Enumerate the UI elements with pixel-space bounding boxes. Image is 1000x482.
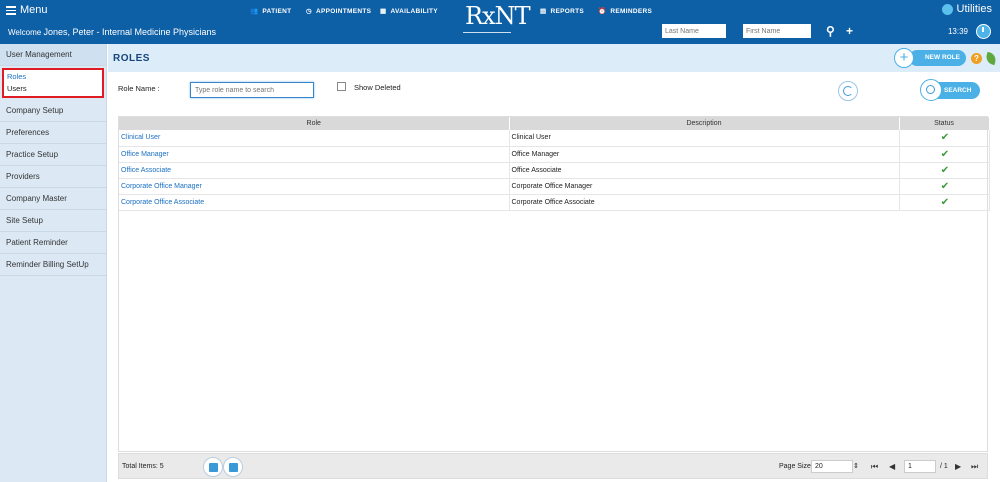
utilities-button[interactable]: Utilities [941, 3, 992, 15]
select-arrow-icon[interactable]: ⇕ [853, 462, 859, 470]
sidebar-item-practice-setup[interactable]: Practice Setup [0, 144, 106, 166]
sidebar-item-company-master[interactable]: Company Master [0, 188, 106, 210]
top-header: Menu Welcome Jones, Peter - Internal Med… [0, 0, 1000, 44]
welcome-text: Welcome Jones, Peter - Internal Medicine… [8, 27, 217, 37]
role-description: Office Associate [509, 162, 900, 179]
gear-icon [941, 3, 953, 15]
new-role-button[interactable]: NEW ROLE [908, 50, 966, 66]
roles-grid: Role Description Status Clinical User Cl… [118, 116, 990, 452]
sidebar-item-users[interactable]: Users [7, 83, 99, 95]
search-icon[interactable] [920, 79, 942, 101]
sidebar-item-roles[interactable]: Roles [7, 71, 99, 83]
search-icon[interactable]: ⚲ [826, 24, 835, 38]
page-number-input[interactable]: 1 [904, 460, 936, 473]
status-check-icon: ✔ [899, 178, 990, 195]
grid-pager: Total Items: 5 Page Size: 20 ⇕ ⏮ ◀ 1 / 1… [118, 453, 988, 479]
print-icon[interactable] [203, 457, 223, 477]
add-patient-icon[interactable]: + [846, 24, 853, 38]
show-deleted-label: Show Deleted [354, 83, 401, 92]
nav-patient[interactable]: 👥 PATIENT [250, 7, 291, 16]
previous-page-icon[interactable]: ◀ [889, 462, 895, 471]
power-icon[interactable] [976, 24, 991, 39]
leaf-icon[interactable] [984, 51, 998, 66]
role-name-label: Role Name : [118, 84, 160, 93]
sidebar-item-reminder-billing-setup[interactable]: Reminder Billing SetUp [0, 254, 106, 276]
export-icon[interactable] [223, 457, 243, 477]
table-row[interactable]: Corporate Office Associate Corporate Off… [119, 194, 990, 211]
role-link[interactable]: Office Associate [119, 162, 510, 179]
page-header: ROLES NEW ROLE + ? [108, 44, 1000, 72]
role-description: Corporate Office Associate [509, 194, 900, 211]
next-page-icon[interactable]: ▶ [955, 462, 961, 471]
user-name: Jones, Peter - Internal Medicine Physici… [43, 27, 217, 37]
column-header-status[interactable]: Status [899, 117, 990, 130]
nav-reports[interactable]: ▤ REPORTS [540, 7, 584, 16]
role-link[interactable]: Corporate Office Manager [119, 178, 510, 195]
refresh-icon[interactable] [838, 81, 858, 101]
clock-icon: ◷ [306, 8, 312, 15]
plus-icon[interactable]: + [894, 48, 914, 68]
hamburger-icon [6, 4, 16, 17]
rxnt-logo: RxNT [465, 2, 531, 30]
role-link[interactable]: Office Manager [119, 146, 510, 163]
last-page-icon[interactable]: ⏭ [971, 462, 978, 472]
sidebar-item-company-setup[interactable]: Company Setup [0, 100, 106, 122]
column-header-description[interactable]: Description [509, 117, 900, 130]
nav-appointments[interactable]: ◷ APPOINTMENTS [306, 7, 371, 16]
role-link[interactable]: Corporate Office Associate [119, 194, 510, 211]
menu-label: Menu [20, 4, 48, 17]
help-icon[interactable]: ? [971, 53, 982, 64]
role-link[interactable]: Clinical User [119, 130, 510, 147]
role-description: Office Manager [509, 146, 900, 163]
calendar-icon: ▦ [380, 8, 387, 15]
table-row[interactable]: Corporate Office Manager Corporate Offic… [119, 178, 990, 195]
sidebar-item-preferences[interactable]: Preferences [0, 122, 106, 144]
patient-icon: 👥 [250, 8, 259, 15]
table-row[interactable]: Clinical User Clinical User ✔ [119, 130, 990, 147]
menu-button[interactable]: Menu [6, 4, 48, 17]
table-row[interactable]: Office Manager Office Manager ✔ [119, 146, 990, 163]
sidebar-item-patient-reminder[interactable]: Patient Reminder [0, 232, 106, 254]
role-description: Clinical User [509, 130, 900, 147]
alarm-icon: ⏰ [598, 8, 607, 15]
user-management-submenu: Roles Users [2, 68, 104, 98]
column-header-role[interactable]: Role [119, 117, 510, 130]
page-size-select[interactable]: 20 [811, 460, 853, 473]
sidebar-item-user-management[interactable]: User Management [0, 44, 106, 66]
logo-underline [463, 32, 511, 33]
filter-panel: Role Name : Show Deleted SEARCH [108, 72, 1000, 112]
status-check-icon: ✔ [899, 130, 990, 147]
page-total: / 1 [940, 463, 948, 470]
reports-icon: ▤ [540, 8, 547, 15]
table-row[interactable]: Office Associate Office Associate ✔ [119, 162, 990, 179]
first-name-input[interactable] [743, 24, 811, 38]
status-check-icon: ✔ [899, 162, 990, 179]
clock-time: 13:39 [947, 27, 968, 36]
role-name-input[interactable] [190, 82, 314, 98]
page-title: ROLES [113, 53, 150, 64]
page-size-label: Page Size: [779, 463, 813, 470]
role-description: Corporate Office Manager [509, 178, 900, 195]
first-page-icon[interactable]: ⏮ [871, 462, 878, 472]
nav-reminders[interactable]: ⏰ REMINDERS [598, 7, 652, 16]
nav-availability[interactable]: ▦ AVAILABILITY [380, 7, 438, 16]
last-name-input[interactable] [662, 24, 726, 38]
sidebar-item-site-setup[interactable]: Site Setup [0, 210, 106, 232]
total-items: Total Items: 5 [122, 463, 164, 470]
sidebar: User Management Roles Users Company Setu… [0, 44, 107, 482]
status-check-icon: ✔ [899, 146, 990, 163]
status-check-icon: ✔ [899, 194, 990, 211]
sidebar-item-providers[interactable]: Providers [0, 166, 106, 188]
show-deleted-checkbox[interactable] [337, 82, 346, 91]
